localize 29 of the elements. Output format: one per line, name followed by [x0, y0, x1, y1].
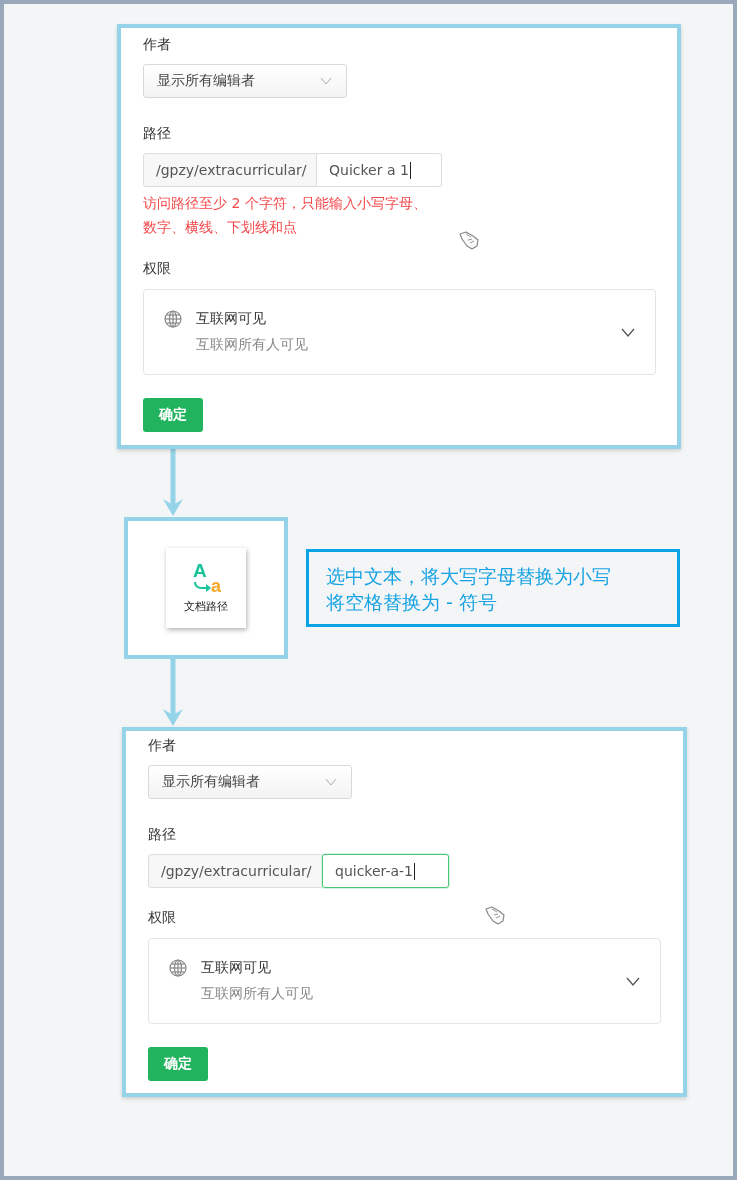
- note-text: 选中文本，将大写字母替换为小写: [326, 564, 612, 589]
- tile-label: 文档路径: [184, 598, 228, 614]
- field-label: 路径: [148, 825, 176, 844]
- note-text: 将空格替换为 - 符号: [326, 590, 498, 615]
- author-select[interactable]: 显示所有编辑者: [148, 765, 352, 799]
- permission-description: 互联网所有人可见: [201, 985, 314, 1003]
- author-select[interactable]: 显示所有编辑者: [143, 64, 347, 98]
- action-tile[interactable]: A a 文档路径: [166, 548, 246, 628]
- permission-select[interactable]: 互联网可见 互联网所有人可见: [148, 938, 661, 1024]
- field-label: 权限: [148, 908, 176, 927]
- field-label: 路径: [143, 124, 171, 143]
- field-label: 作者: [143, 35, 171, 54]
- chevron-down-icon: [621, 327, 635, 337]
- path-input[interactable]: Quicker a 1: [317, 153, 442, 187]
- chevron-down-icon: [626, 976, 640, 986]
- permission-title: 互联网可见: [201, 959, 272, 977]
- permission-description: 互联网所有人可见: [196, 336, 309, 354]
- permission-title: 互联网可见: [196, 310, 267, 328]
- chevron-down-icon: [320, 77, 332, 85]
- globe-icon: [169, 959, 187, 977]
- path-prefix: /gpzy/extracurricular/: [148, 854, 322, 888]
- path-input[interactable]: quicker-a-1: [322, 854, 449, 888]
- globe-icon: [164, 310, 182, 328]
- chevron-down-icon: [325, 778, 337, 786]
- error-message: 访问路径至少 2 个字符，只能输入小写字母、数字、横线、下划线和点: [143, 194, 428, 237]
- field-label: 作者: [148, 736, 176, 755]
- field-label: 权限: [143, 259, 171, 278]
- path-prefix: /gpzy/extracurricular/: [143, 153, 317, 187]
- permission-select[interactable]: 互联网可见 互联网所有人可见: [143, 289, 656, 375]
